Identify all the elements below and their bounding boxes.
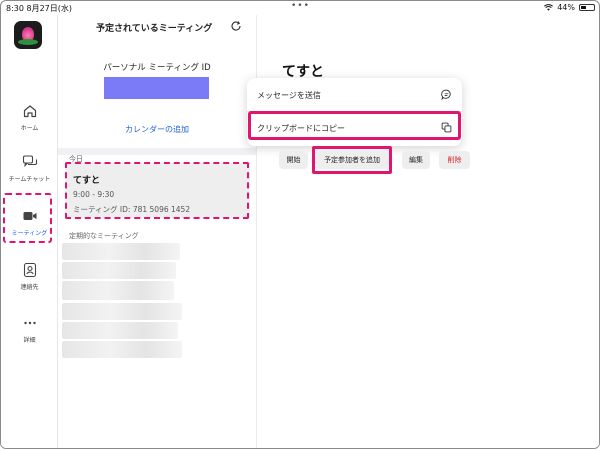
status-time: 8:30 8月27日(水): [6, 4, 73, 13]
blurred-list-item[interactable]: [62, 322, 178, 339]
message-bubble-icon: [441, 89, 451, 100]
copy-item-highlight: [248, 111, 461, 140]
logo-leaf: [18, 39, 38, 45]
wifi-icon: [544, 4, 554, 11]
delete-button[interactable]: 削除: [439, 151, 470, 169]
rail-label-more: 詳細: [23, 337, 36, 344]
rail-label-contacts: 連絡先: [20, 284, 39, 291]
page-title: 予定されているミーティング: [96, 24, 213, 34]
pmi-redacted-value[interactable]: [104, 77, 209, 99]
rail-item-team-chat[interactable]: チームチャット: [1, 154, 58, 183]
contact-icon: [23, 262, 36, 278]
nav-rail: ホーム チームチャット ミーティング 連絡先 詳細: [1, 15, 58, 448]
rail-item-more[interactable]: 詳細: [1, 315, 58, 344]
more-icon: [23, 321, 36, 325]
battery-icon: [579, 4, 595, 11]
multitask-dots-icon[interactable]: •••: [291, 1, 310, 11]
send-message-label: メッセージを送信: [257, 91, 321, 100]
edit-button[interactable]: 編集: [402, 151, 430, 169]
app-logo-icon: [14, 21, 42, 49]
pmi-label: パーソナル ミーティング ID: [103, 63, 211, 73]
refresh-icon[interactable]: [230, 20, 242, 32]
chat-icon: [22, 155, 37, 168]
recurring-section-label: 定期的なミーティング: [69, 232, 139, 240]
blurred-list-item[interactable]: [62, 341, 182, 358]
start-button[interactable]: 開始: [279, 151, 308, 169]
blurred-list-item[interactable]: [62, 303, 182, 320]
blurred-list-item[interactable]: [62, 262, 176, 279]
blurred-list-item[interactable]: [62, 243, 180, 260]
add-calendar-link[interactable]: カレンダーの追加: [58, 124, 256, 135]
battery-percent: 44%: [557, 3, 575, 12]
meeting-card-highlight: [65, 162, 249, 219]
meetings-tab-highlight: [3, 193, 52, 243]
meeting-list-pane: 予定されているミーティング パーソナル ミーティング ID カレンダーの追加 今…: [58, 15, 256, 448]
rail-item-contacts[interactable]: 連絡先: [1, 262, 58, 291]
add-invitees-highlight: [312, 146, 392, 174]
rail-label-home: ホーム: [20, 125, 39, 132]
app-window: 8:30 8月27日(水) ••• 44% ホーム チームチャット ミーティング…: [0, 0, 600, 449]
section-separator: [58, 148, 256, 155]
home-icon: [23, 105, 36, 118]
rail-label-team-chat: チームチャット: [8, 176, 51, 183]
status-bar: 8:30 8月27日(水) ••• 44%: [1, 1, 599, 15]
status-right: 44%: [544, 3, 595, 12]
battery-fill: [581, 6, 587, 9]
rail-item-home[interactable]: ホーム: [1, 103, 58, 132]
blurred-list-item[interactable]: [62, 281, 174, 300]
send-message-menu-item[interactable]: メッセージを送信: [247, 78, 462, 111]
